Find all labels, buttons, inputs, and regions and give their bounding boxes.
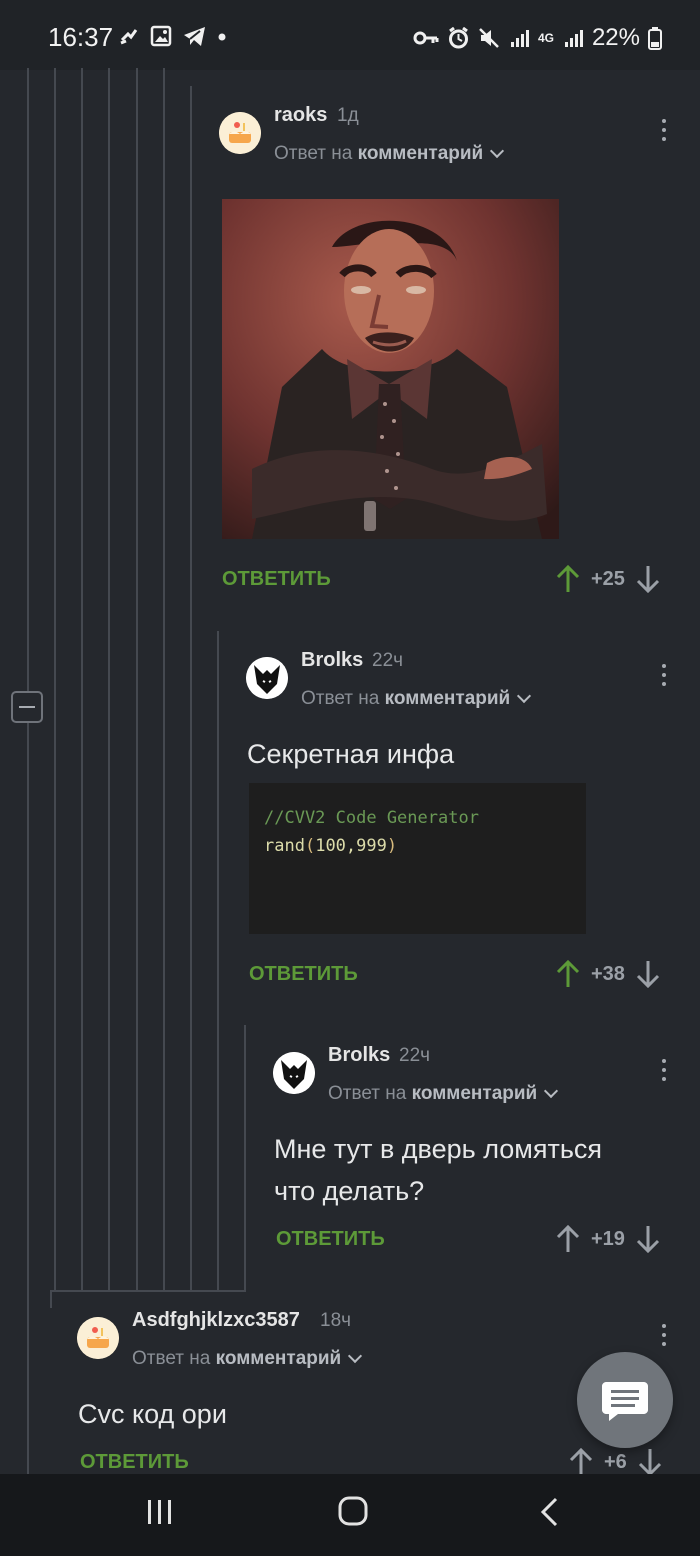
cake-avatar-icon xyxy=(77,1317,119,1359)
reply-button[interactable]: ОТВЕТИТЬ xyxy=(80,1451,189,1474)
back-icon[interactable] xyxy=(536,1496,564,1528)
comment-fab-button[interactable] xyxy=(577,1352,673,1448)
vote-controls: +6 xyxy=(568,1448,663,1476)
comment-time: 18ч xyxy=(320,1310,352,1331)
comment-icon xyxy=(602,1382,648,1421)
recent-apps-icon[interactable] xyxy=(145,1497,175,1527)
author-name[interactable]: Asdfghjklzxc3587 xyxy=(132,1309,300,1332)
reply-to-target: комментарий xyxy=(215,1348,342,1369)
downvote-arrow-icon[interactable] xyxy=(637,1448,663,1476)
more-options-icon[interactable] xyxy=(662,1324,666,1352)
avatar[interactable] xyxy=(77,1317,119,1359)
reply-to-link[interactable]: Ответ на комментарий xyxy=(132,1348,363,1370)
home-icon[interactable] xyxy=(336,1494,370,1528)
reply-to-prefix: Ответ на xyxy=(132,1348,211,1369)
comment-asdfghjklzxc3587: Asdfghjklzxc3587 18ч Ответ на комментари… xyxy=(0,0,700,1476)
score: +6 xyxy=(604,1450,627,1473)
comment-text: Cvc код ори xyxy=(78,1399,227,1429)
chevron-down-icon xyxy=(348,1348,363,1364)
android-navigation-bar xyxy=(0,1474,700,1556)
upvote-arrow-icon[interactable] xyxy=(568,1448,594,1476)
